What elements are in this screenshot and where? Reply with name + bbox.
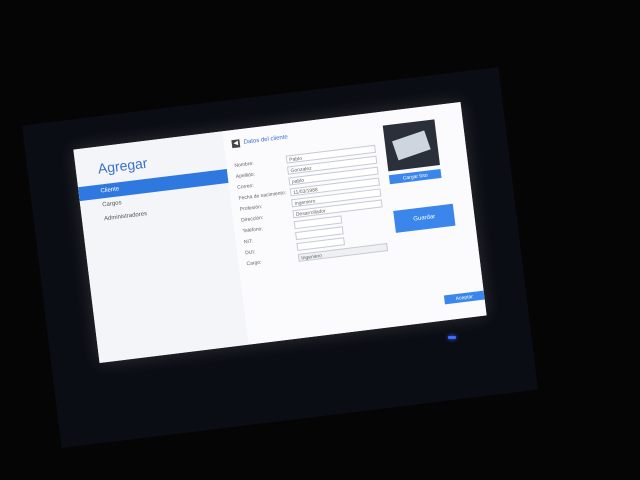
photo-image <box>392 130 431 161</box>
section-title: Datos del cliente <box>243 134 289 146</box>
ok-button[interactable]: Aceptar <box>443 290 485 305</box>
main-content: ◀ Datos del cliente Nombre: Pablo Apelli… <box>222 102 487 345</box>
load-photo-button[interactable]: Cargar foto <box>388 168 442 185</box>
back-arrow-icon[interactable]: ◀ <box>231 139 241 149</box>
field-label: Cargo: <box>246 259 262 267</box>
client-photo <box>382 119 440 172</box>
sidebar: Agregar Cliente Cargos Administradores <box>73 131 249 363</box>
page-title: Agregar <box>96 154 149 177</box>
client-form: Nombre: Pablo Apellido: Gonzalez Correo:… <box>234 142 396 269</box>
sidebar-nav: Cliente Cargos Administradores <box>77 169 232 229</box>
save-button[interactable]: Guardar <box>393 203 456 233</box>
power-led <box>448 336 456 339</box>
back-row[interactable]: ◀ Datos del cliente <box>231 133 289 149</box>
